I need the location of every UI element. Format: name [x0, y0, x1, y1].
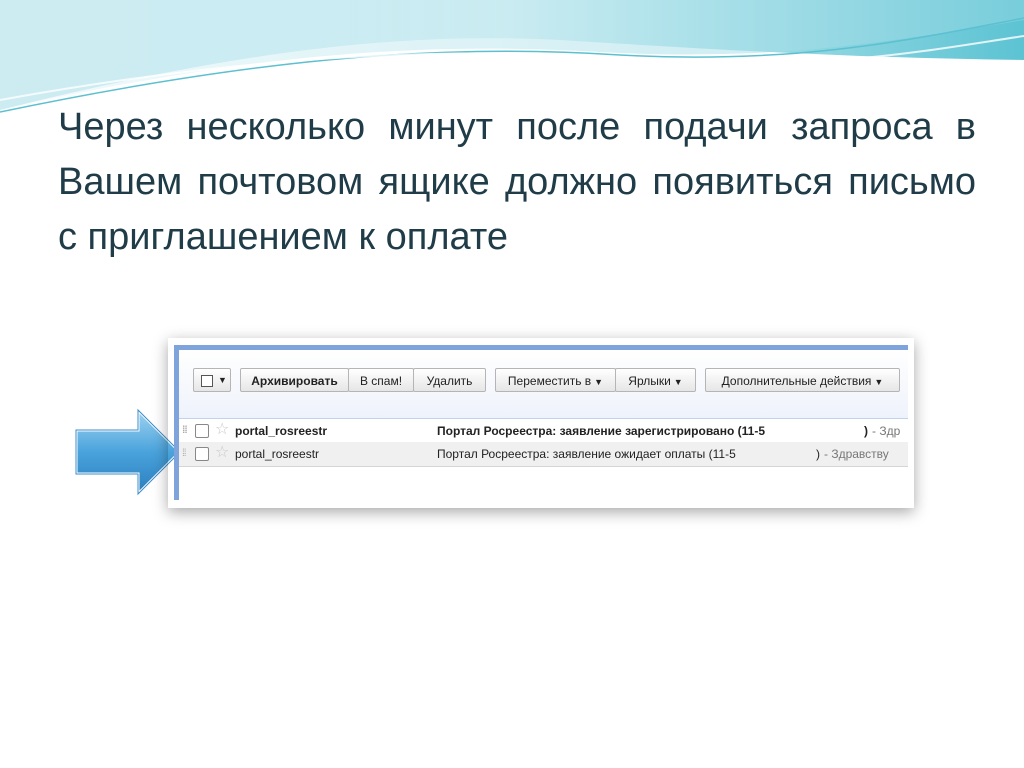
spam-button[interactable]: В спам! — [348, 368, 414, 392]
move-to-label: Переместить в — [507, 374, 592, 388]
select-all-dropdown[interactable]: ▼ — [193, 368, 231, 392]
select-all-checkbox[interactable] — [201, 375, 213, 387]
labels-label: Ярлыки — [628, 374, 671, 388]
email-snippet: - Здр — [872, 424, 901, 438]
mail-toolbar: ▼ Архивировать В спам! Удалить Перемести… — [179, 350, 908, 419]
email-row[interactable]: ⁞⁞ ☆ portal_rosreestr Портал Росреестра:… — [179, 442, 908, 467]
email-subject: Портал Росреестра: заявление зарегистрир… — [437, 424, 765, 438]
mail-screenshot: ▼ Архивировать В спам! Удалить Перемести… — [174, 345, 908, 500]
move-to-button[interactable]: Переместить в ▼ — [495, 368, 616, 392]
email-checkbox[interactable] — [195, 424, 209, 438]
drag-handle-icon[interactable]: ⁞⁞ — [182, 442, 186, 466]
email-sender: portal_rosreestr — [235, 447, 320, 461]
email-subject-end: ) - Здр — [864, 419, 900, 443]
slide-body-text: Через несколько минут после подачи запро… — [58, 106, 976, 258]
chevron-down-icon: ▼ — [218, 375, 227, 385]
star-icon[interactable]: ☆ — [215, 418, 229, 442]
email-checkbox[interactable] — [195, 447, 209, 461]
chevron-down-icon: ▼ — [673, 377, 683, 387]
star-icon[interactable]: ☆ — [215, 441, 229, 465]
subject-paren: ) — [816, 447, 820, 461]
email-subject: Портал Росреестра: заявление ожидает опл… — [437, 447, 736, 461]
chevron-down-icon: ▼ — [594, 377, 604, 387]
delete-button[interactable]: Удалить — [413, 368, 486, 392]
subject-paren: ) — [864, 424, 868, 438]
email-snippet: - Здравству — [824, 447, 889, 461]
more-actions-button[interactable]: Дополнительные действия ▼ — [705, 368, 900, 392]
more-actions-label: Дополнительные действия — [721, 374, 872, 388]
archive-button[interactable]: Архивировать — [240, 368, 349, 392]
labels-button[interactable]: Ярлыки ▼ — [615, 368, 696, 392]
email-row[interactable]: ⁞⁞ ☆ portal_rosreestr Портал Росреестра:… — [179, 418, 908, 444]
email-sender: portal_rosreestr — [235, 424, 328, 438]
chevron-down-icon: ▼ — [874, 377, 884, 387]
mail-list-empty-area — [179, 467, 908, 500]
email-subject-end: ) - Здравству — [816, 442, 889, 466]
drag-handle-icon[interactable]: ⁞⁞ — [182, 419, 188, 443]
